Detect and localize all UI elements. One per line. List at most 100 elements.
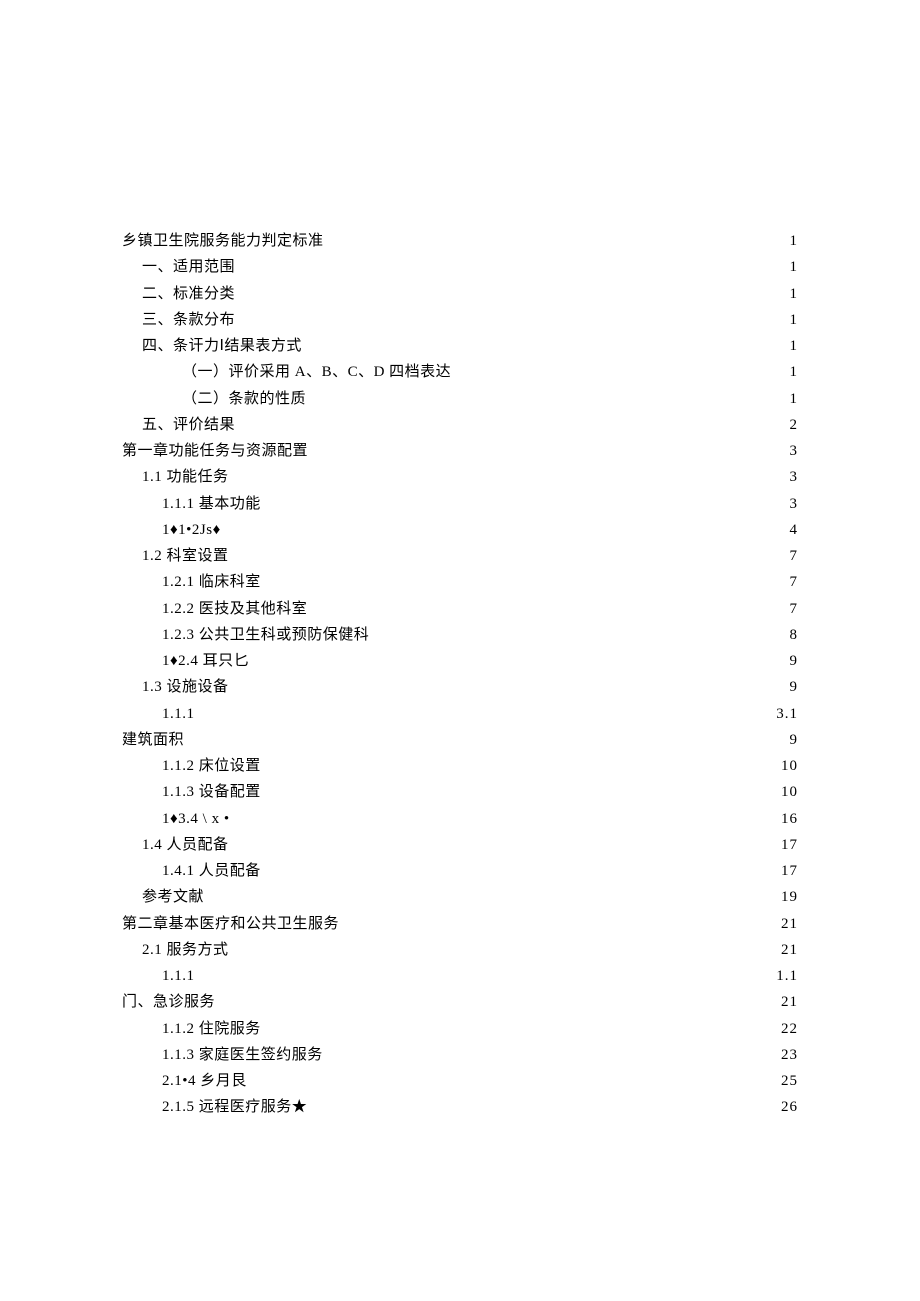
toc-line: 五、评价结果2 [122,412,798,438]
toc-title: 一、适用范围 [142,254,235,280]
toc-page-number: 9 [790,674,799,700]
toc-page-number: 21 [781,911,798,937]
toc-title: 1♦3.4 \ x • [162,806,230,832]
toc-page-number: 1 [790,281,799,307]
toc-page-number: 1 [790,386,799,412]
toc-page-number: 21 [781,989,798,1015]
toc-title: 1.1.2 床位设置 [162,753,261,779]
toc-line: 1.1.3 设备配置 10 [122,779,798,805]
toc-page-number: 1 [790,333,799,359]
toc-page-number: 3 [790,464,799,490]
toc-title: （一）评价采用 A、B、C、D 四档表达 [182,359,451,385]
toc-page-number: 9 [790,648,799,674]
toc-page-number: 1.1 [776,963,798,989]
toc-title: 第一章功能任务与资源配置 [122,438,308,464]
toc-title: 1.2.1 临床科室 [162,569,261,595]
toc-line: 1.4.1 人员配备 17 [122,858,798,884]
toc-page-number: 10 [781,779,798,805]
toc-page-number: 17 [781,832,798,858]
toc-line: 1.1.1 3.1 [122,701,798,727]
toc-page-number: 7 [790,569,799,595]
toc-page-number: 9 [790,727,799,753]
toc-page-number: 23 [781,1042,798,1068]
toc-line: 1.2.2 医技及其他科室 7 [122,596,798,622]
toc-title: 1.1.1 基本功能 [162,491,261,517]
toc-line: 1.1.2 住院服务 22 [122,1016,798,1042]
toc-line: 1.2 科室设置 7 [122,543,798,569]
toc-line: 四、条讦力Ⅰ结果表方式 1 [122,333,798,359]
toc-page-number: 17 [781,858,798,884]
toc-line: 乡镇卫生院服务能力判定标准 1 [122,228,798,254]
toc-line: 2.1•4 乡月艮 25 [122,1068,798,1094]
toc-line: 建筑面积 9 [122,727,798,753]
toc-title: 1.1 功能任务 [142,464,229,490]
toc-line: 1.1.2 床位设置 10 [122,753,798,779]
toc-title: 1.1.3 设备配置 [162,779,261,805]
toc-title: 1.1.1 [162,701,195,727]
toc-line: 1.1.1 1.1 [122,963,798,989]
toc-page-number: 16 [781,806,798,832]
toc-title: 1.1.2 住院服务 [162,1016,261,1042]
toc-page-number: 25 [781,1068,798,1094]
toc-title: 1.2 科室设置 [142,543,229,569]
toc-page-number: 21 [781,937,798,963]
toc-page-number: 3.1 [776,701,798,727]
toc-line: 1♦2.4 耳只匕 9 [122,648,798,674]
toc-title: 第二章基本医疗和公共卫生服务 [122,911,339,937]
toc-title: 1.2.3 公共卫生科或预防保健科 [162,622,369,648]
toc-title: 建筑面积 [122,727,184,753]
toc-line: （一）评价采用 A、B、C、D 四档表达 1 [122,359,798,385]
toc-page-number: 7 [790,543,799,569]
toc-line: （二）条款的性质 1 [122,386,798,412]
toc-title: 四、条讦力Ⅰ结果表方式 [142,333,302,359]
toc-title: 2.1.5 远程医疗服务★ [162,1094,307,1120]
toc-title: 三、条款分布 [142,307,235,333]
toc-title: 参考文献 [142,884,204,910]
toc-title: 五、评价结果 [142,412,235,438]
toc-line: 1.1.3 家庭医生签约服务 23 [122,1042,798,1068]
toc-page-number: 4 [790,517,799,543]
toc-page-number: 1 [790,307,799,333]
toc-line: 1.4 人员配备 17 [122,832,798,858]
toc-title: 2.1 服务方式 [142,937,229,963]
toc-line: 第二章基本医疗和公共卫生服务 21 [122,911,798,937]
toc-line: 三、条款分布 1 [122,307,798,333]
toc-title: 乡镇卫生院服务能力判定标准 [122,228,324,254]
toc-page-number: 3 [790,491,799,517]
toc-line: 1♦1•2Js♦ 4 [122,517,798,543]
toc-line: 2.1 服务方式 21 [122,937,798,963]
toc-line: 一、适用范围 1 [122,254,798,280]
toc-line: 2.1.5 远程医疗服务★ 26 [122,1094,798,1120]
toc-title: 1.4 人员配备 [142,832,229,858]
toc-title: 1♦2.4 耳只匕 [162,648,249,674]
toc-title: 2.1•4 乡月艮 [162,1068,247,1094]
toc-line: 1.1.1 基本功能 3 [122,491,798,517]
toc-title: 二、标准分类 [142,281,235,307]
toc-title: 1.2.2 医技及其他科室 [162,596,307,622]
toc-page-number: 26 [781,1094,798,1120]
toc-title: （二）条款的性质 [182,386,306,412]
table-of-contents: 乡镇卫生院服务能力判定标准1一、适用范围1二、标准分类1三、条款分布1四、条讦力… [122,228,798,1121]
toc-page-number: 1 [790,228,799,254]
toc-page-number: 1 [790,254,799,280]
toc-page-number: 10 [781,753,798,779]
toc-page-number: 7 [790,596,799,622]
toc-line: 第一章功能任务与资源配置 3 [122,438,798,464]
toc-title: 1♦1•2Js♦ [162,517,221,543]
toc-page-number: 1 [790,359,799,385]
toc-page-number: 22 [781,1016,798,1042]
toc-page-number: 3 [790,438,799,464]
toc-line: 1.2.1 临床科室 7 [122,569,798,595]
toc-line: 参考文献 19 [122,884,798,910]
toc-line: 1.1 功能任务 3 [122,464,798,490]
toc-title: 1.3 设施设备 [142,674,229,700]
toc-title: 门、急诊服务 [122,989,215,1015]
toc-line: 门、急诊服务 21 [122,989,798,1015]
toc-line: 二、标准分类 1 [122,281,798,307]
toc-title: 1.4.1 人员配备 [162,858,261,884]
toc-title: 1.1.3 家庭医生签约服务 [162,1042,323,1068]
toc-page-number: 19 [781,884,798,910]
toc-line: 1♦3.4 \ x • 16 [122,806,798,832]
toc-title: 1.1.1 [162,963,195,989]
toc-line: 1.2.3 公共卫生科或预防保健科8 [122,622,798,648]
